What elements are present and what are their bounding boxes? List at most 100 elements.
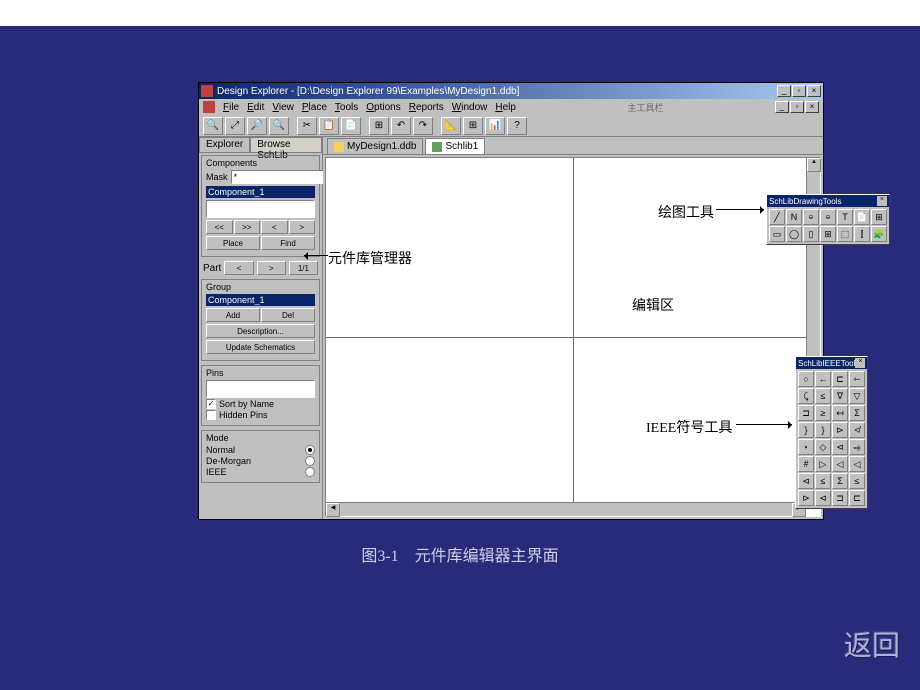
sort-by-name-checkbox[interactable]: ✓: [206, 399, 216, 409]
ieee-tool-button[interactable]: ◁: [849, 456, 865, 472]
toolbar-btn[interactable]: ✂: [297, 117, 317, 135]
hidden-pins-checkbox[interactable]: [206, 410, 216, 420]
drawing-tools-palette[interactable]: SchLibDrawingTools× ╱NဓဓT📄⊞▭◯▯⊞⬚⫿🧩: [766, 194, 890, 245]
drawing-tool-button[interactable]: ◯: [786, 226, 802, 242]
ieee-tool-button[interactable]: ○: [798, 371, 814, 387]
find-button[interactable]: Find: [261, 236, 315, 250]
toolbar-btn[interactable]: ↶: [391, 117, 411, 135]
mdi-maximize[interactable]: ▫: [790, 101, 804, 113]
component-selected[interactable]: Component_1: [206, 186, 315, 198]
menu-view[interactable]: View: [272, 102, 294, 113]
toolbar-btn[interactable]: ⤢: [225, 117, 245, 135]
ieee-tool-button[interactable]: ▷: [815, 456, 831, 472]
h-scrollbar[interactable]: ◀ ▶: [326, 502, 806, 516]
ieee-tool-button[interactable]: ▽: [849, 388, 865, 404]
drawing-tool-button[interactable]: ဓ: [803, 209, 819, 225]
close-button[interactable]: ×: [807, 85, 821, 97]
drawing-tool-button[interactable]: ╱: [769, 209, 785, 225]
maximize-button[interactable]: ▫: [792, 85, 806, 97]
ieee-tool-button[interactable]: ⊐: [832, 490, 848, 506]
ieee-tool-button[interactable]: Σ: [849, 405, 865, 421]
menu-sys-icon[interactable]: [203, 101, 215, 113]
menu-file[interactable]: FFileile: [223, 102, 239, 113]
mdi-minimize[interactable]: _: [775, 101, 789, 113]
minimize-button[interactable]: _: [777, 85, 791, 97]
ieee-tool-button[interactable]: ∇: [832, 388, 848, 404]
drawing-tool-button[interactable]: ⊞: [871, 209, 887, 225]
canvas[interactable]: ▲ ▼ ◀ ▶: [325, 157, 821, 517]
menu-reports[interactable]: Reports: [409, 102, 444, 113]
ieee-tool-button[interactable]: ⊳: [798, 490, 814, 506]
drawing-tool-button[interactable]: ▯: [803, 226, 819, 242]
drawing-tool-button[interactable]: ⫿: [854, 226, 870, 242]
ieee-tool-button[interactable]: ≮: [849, 422, 865, 438]
del-button[interactable]: Del: [261, 308, 315, 322]
toolbar-btn[interactable]: 📄: [341, 117, 361, 135]
ieee-tool-button[interactable]: #: [798, 456, 814, 472]
ieee-tool-button[interactable]: ≤: [815, 473, 831, 489]
toolbar-btn[interactable]: 📋: [319, 117, 339, 135]
toolbar-btn[interactable]: ↷: [413, 117, 433, 135]
ieee-tool-button[interactable]: ⊳: [832, 422, 848, 438]
toolbar-btn[interactable]: ⊞: [463, 117, 483, 135]
drawing-tool-button[interactable]: T: [837, 209, 853, 225]
ieee-tool-button[interactable]: ⊐: [798, 405, 814, 421]
mdi-close[interactable]: ×: [805, 101, 819, 113]
nav-prev[interactable]: <: [261, 220, 288, 234]
menu-options[interactable]: Options: [366, 102, 400, 113]
drawing-tool-button[interactable]: 📄: [854, 209, 870, 225]
ieee-tool-button[interactable]: ≥: [815, 405, 831, 421]
menu-tools[interactable]: Tools: [335, 102, 358, 113]
palette-close-icon[interactable]: ×: [877, 196, 887, 206]
description-button[interactable]: Description...: [206, 324, 315, 338]
toolbar-btn[interactable]: 🔍: [269, 117, 289, 135]
menu-help[interactable]: Help: [495, 102, 516, 113]
ieee-tool-button[interactable]: ◇: [815, 439, 831, 455]
scroll-up-icon[interactable]: ▲: [807, 158, 821, 172]
update-schematics-button[interactable]: Update Schematics: [206, 340, 315, 354]
ieee-tools-palette[interactable]: SchLibIEEETool× ○←⊏⇽⤹≤∇▽⊐≥↤Σ}}⊳≮⋆◇⊲⥤#▷◁◁…: [795, 356, 868, 509]
ieee-tool-button[interactable]: ⋆: [798, 439, 814, 455]
ieee-tool-button[interactable]: ⊏: [832, 371, 848, 387]
doc-tab-schlib[interactable]: Schlib1: [425, 138, 485, 154]
toolbar-btn[interactable]: 📐: [441, 117, 461, 135]
return-button[interactable]: 返回: [844, 624, 900, 664]
drawing-tool-button[interactable]: ဓ: [820, 209, 836, 225]
toolbar-btn[interactable]: 🔎: [247, 117, 267, 135]
place-button[interactable]: Place: [206, 236, 260, 250]
ieee-tool-button[interactable]: ⊲: [832, 439, 848, 455]
drawing-tool-button[interactable]: ⊞: [820, 226, 836, 242]
mode-ieee-radio[interactable]: [305, 467, 315, 477]
ieee-tool-button[interactable]: ⤹: [798, 388, 814, 404]
part-next[interactable]: >: [257, 261, 286, 275]
ieee-tool-button[interactable]: ⇽: [849, 371, 865, 387]
palette-close-icon[interactable]: ×: [855, 358, 865, 368]
nav-first[interactable]: <<: [206, 220, 233, 234]
ieee-tool-button[interactable]: ←: [815, 371, 831, 387]
menu-window[interactable]: Window: [452, 102, 488, 113]
drawing-tool-button[interactable]: ⬚: [837, 226, 853, 242]
pins-list[interactable]: [206, 380, 315, 398]
drawing-tool-button[interactable]: N: [786, 209, 802, 225]
tab-browse-schlib[interactable]: Browse SchLib: [250, 137, 322, 152]
drawing-tool-button[interactable]: 🧩: [871, 226, 887, 242]
mode-demorgan-radio[interactable]: [305, 456, 315, 466]
mode-normal-radio[interactable]: [305, 445, 315, 455]
component-list[interactable]: [206, 200, 315, 218]
ieee-tool-button[interactable]: ⥤: [849, 439, 865, 455]
nav-last[interactable]: >>: [234, 220, 261, 234]
menu-edit[interactable]: Edit: [247, 102, 264, 113]
group-selected[interactable]: Component_1: [206, 294, 315, 306]
toolbar-btn[interactable]: ?: [507, 117, 527, 135]
drawing-tool-button[interactable]: ▭: [769, 226, 785, 242]
ieee-tool-button[interactable]: ≤: [849, 473, 865, 489]
menu-place[interactable]: Place: [302, 102, 327, 113]
ieee-tool-button[interactable]: ⊲: [815, 490, 831, 506]
add-button[interactable]: Add: [206, 308, 260, 322]
doc-tab-design[interactable]: MyDesign1.ddb: [327, 138, 423, 154]
toolbar-btn[interactable]: 📊: [485, 117, 505, 135]
ieee-tool-button[interactable]: ⊲: [798, 473, 814, 489]
ieee-tool-button[interactable]: Σ: [832, 473, 848, 489]
scroll-left-icon[interactable]: ◀: [326, 503, 340, 517]
ieee-tool-button[interactable]: ⊏: [849, 490, 865, 506]
